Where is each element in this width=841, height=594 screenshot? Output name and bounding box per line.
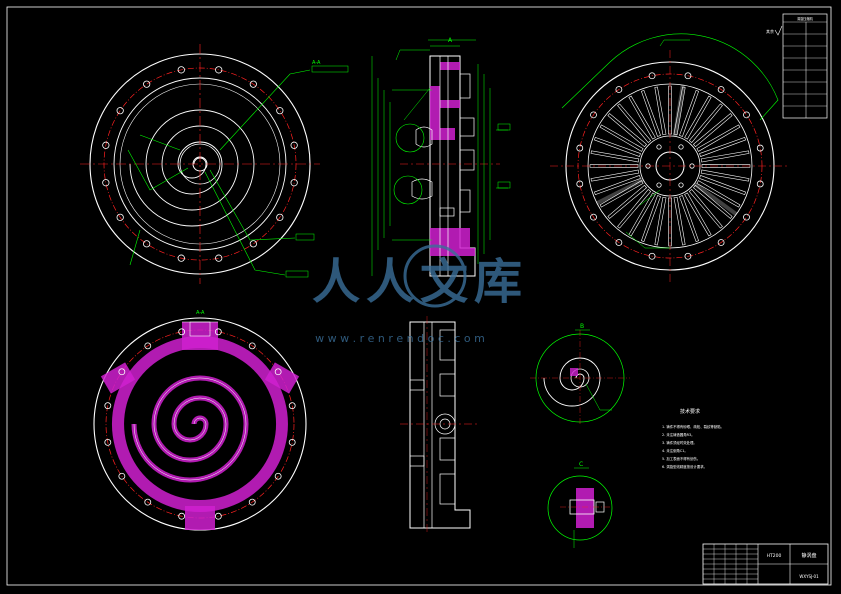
watermark-brand: 人人文库 [312,254,528,310]
technical-requirements-title: 技术要求 [680,408,700,415]
note-line: 3. 铸件须经时效处理。 [662,440,697,445]
cad-drawing-sheet: A-A A 涡旋压缩机 其余 A-A B C 技术要求 1. 铸件不得有砂眼、疏… [0,0,841,594]
drawing-number: WXYSJ-01 [799,574,819,579]
note-line: 1. 铸件不得有砂眼、疏松、裂纹等缺陷。 [662,424,724,429]
note-line: 2. 未注铸造圆角R3。 [662,432,695,437]
note-line: 5. 加工表面不得有划伤。 [662,456,700,461]
top-left-view-label: A-A [312,60,321,66]
material-cell: HT200 [767,553,782,559]
bottom-left-section-label: A-A [196,310,205,316]
note-line: 6. 涡旋型线精度按设计要求。 [662,464,707,469]
detail-c-label: C [579,461,583,468]
parameter-table-header: 涡旋压缩机 [797,16,814,21]
part-name: 静涡盘 [801,552,816,559]
watermark-url: w w w . r e n r e n d o c . c o m [315,332,485,345]
detail-b-label: B [580,323,584,330]
surface-finish-note: 其余 [766,28,774,34]
note-line: 4. 未注倒角C1。 [662,448,688,453]
